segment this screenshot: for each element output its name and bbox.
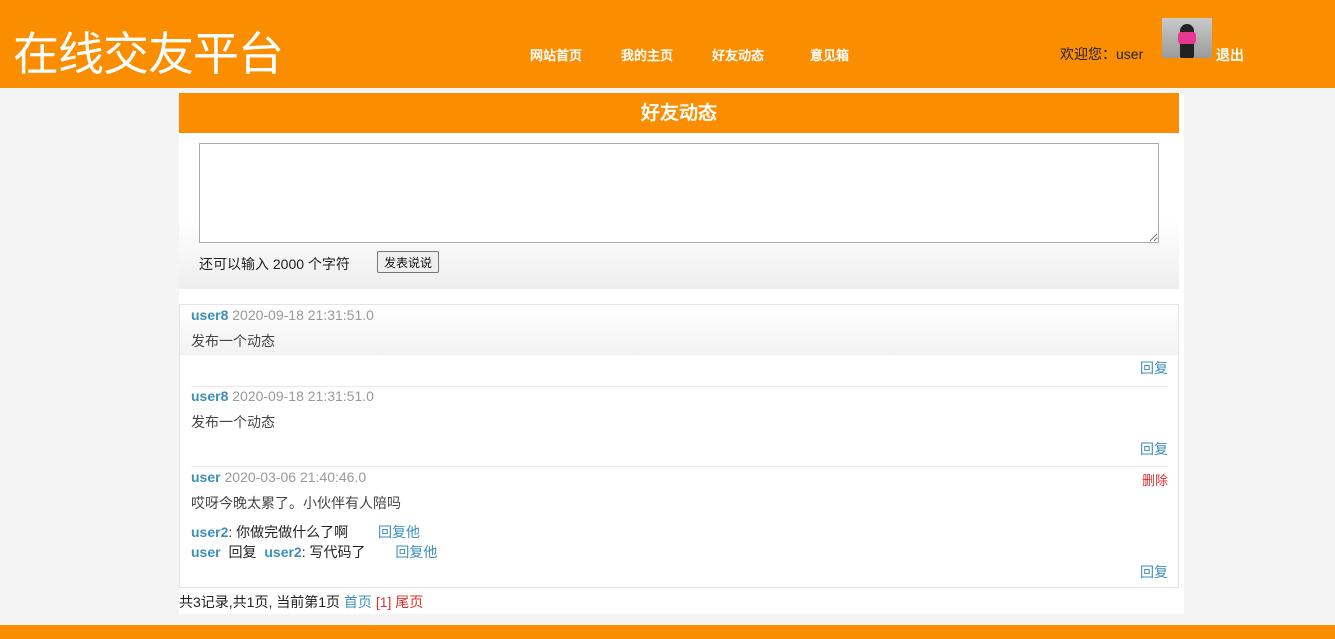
comment-verb: 回复 — [228, 544, 257, 560]
post-textarea[interactable] — [199, 143, 1159, 243]
footer — [0, 625, 1335, 639]
feed-time: 2020-09-18 21:31:51.0 — [232, 388, 374, 404]
logout-link[interactable]: 退出 — [1216, 45, 1244, 65]
feed-item: user 2020-03-06 21:40:46.0 删除 哎呀今晚太累了。小伙… — [180, 469, 1178, 589]
remaining-prefix: 还可以输入 — [199, 256, 269, 272]
pagination: 共3记录,共1页, 当前第1页 首页 [1] 尾页 — [179, 592, 423, 612]
feed-meta: user 2020-03-06 21:40:46.0 — [191, 469, 366, 485]
remaining-count: 2000 — [272, 256, 305, 272]
reply-link[interactable]: 回复 — [1140, 439, 1168, 459]
nav-my-page[interactable]: 我的主页 — [621, 45, 673, 64]
feed-content: 发布一个动态 — [191, 333, 275, 349]
nav-friend-feed[interactable]: 好友动态 — [712, 45, 764, 64]
avatar[interactable] — [1162, 18, 1212, 58]
feed-username[interactable]: user8 — [191, 388, 228, 404]
feed-item: user8 2020-09-18 21:31:51.0 发布一个动态 回复 — [180, 388, 1178, 458]
comment-author[interactable]: user — [191, 544, 221, 560]
reply-him-link[interactable]: 回复他 — [395, 544, 437, 560]
pager-current: [1] — [375, 594, 392, 610]
comment-author[interactable]: user2 — [191, 524, 228, 540]
comment-row: user 回复 user2: 写代码了 回复他 — [191, 542, 437, 562]
delete-link[interactable]: 删除 — [1142, 470, 1168, 489]
main-container: 好友动态 还可以输入 2000 个字符 发表说说 user8 2020-09-1… — [179, 93, 1184, 614]
publish-button[interactable]: 发表说说 — [377, 251, 440, 273]
divider — [191, 386, 1168, 387]
feed-content: 发布一个动态 — [191, 414, 275, 430]
nav-home[interactable]: 网站首页 — [530, 45, 582, 64]
reply-him-link[interactable]: 回复他 — [378, 524, 420, 540]
remaining-suffix: 个字符 — [307, 256, 350, 272]
feed-list: user8 2020-09-18 21:31:51.0 发布一个动态 回复 us… — [179, 304, 1179, 588]
feed-username[interactable]: user8 — [191, 307, 228, 323]
reply-link[interactable]: 回复 — [1140, 358, 1168, 378]
header: 在线交友平台 网站首页 我的主页 好友动态 意见箱 欢迎您：user 退出 — [0, 0, 1335, 88]
feed-item: user8 2020-09-18 21:31:51.0 发布一个动态 — [180, 305, 1178, 355]
feed-content: 哎呀今晚太累了。小伙伴有人陪吗 — [191, 495, 401, 511]
pager-last[interactable]: 尾页 — [395, 594, 423, 610]
feed-meta: user8 2020-09-18 21:31:51.0 — [191, 307, 374, 323]
comment-text: : 写代码了 — [301, 544, 366, 560]
nav-feedback[interactable]: 意见箱 — [810, 45, 849, 64]
comment-row: user2: 你做完做什么了啊 回复他 — [191, 522, 420, 542]
post-form: 还可以输入 2000 个字符 发表说说 — [179, 133, 1179, 289]
reply-link[interactable]: 回复 — [1140, 562, 1168, 582]
feed-meta: user8 2020-09-18 21:31:51.0 — [191, 388, 374, 404]
site-title: 在线交友平台 — [13, 27, 284, 81]
section-banner: 好友动态 — [179, 93, 1179, 133]
feed-time: 2020-03-06 21:40:46.0 — [224, 469, 367, 485]
pager-first[interactable]: 首页 — [344, 594, 372, 610]
comment-target[interactable]: user2 — [264, 544, 301, 560]
feed-time: 2020-09-18 21:31:51.0 — [232, 307, 374, 323]
avatar-bag — [1178, 32, 1196, 44]
welcome-text: 欢迎您：user — [1060, 46, 1144, 62]
comment-text: : 你做完做什么了啊 — [228, 524, 349, 540]
feed-username[interactable]: user — [191, 469, 221, 485]
remaining-chars: 还可以输入 2000 个字符 — [199, 254, 350, 274]
pager-summary: 共3记录,共1页, 当前第1页 — [179, 594, 341, 610]
divider — [191, 466, 1168, 467]
